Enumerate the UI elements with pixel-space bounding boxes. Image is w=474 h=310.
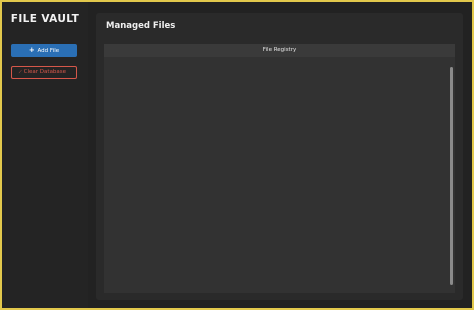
- file-registry-panel: File Registry: [104, 44, 455, 293]
- registry-header: File Registry: [104, 44, 455, 57]
- clear-database-label: Clear Database: [23, 69, 67, 75]
- main-panel: Managed Files File Registry: [96, 13, 463, 300]
- add-file-button[interactable]: + Add File: [11, 44, 77, 57]
- add-file-label: Add File: [37, 48, 60, 54]
- clear-database-button[interactable]: ̷ Clear Database: [11, 66, 77, 79]
- registry-scrollbar[interactable]: [450, 67, 453, 285]
- sidebar: FILE VAULT + Add File ̷ Clear Database: [2, 2, 88, 308]
- app-window: FILE VAULT + Add File ̷ Clear Database M…: [0, 0, 474, 310]
- registry-list[interactable]: [104, 57, 455, 293]
- page-title: Managed Files: [106, 21, 176, 31]
- app-title: FILE VAULT: [10, 13, 80, 25]
- plus-icon: +: [28, 46, 35, 54]
